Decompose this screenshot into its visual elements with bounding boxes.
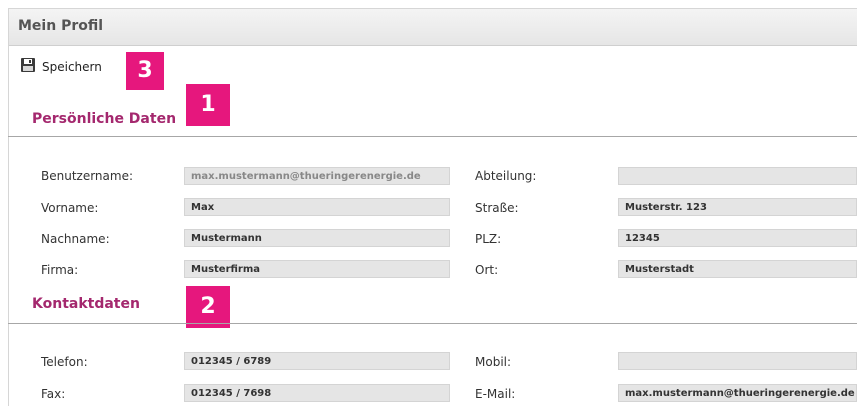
save-button-label: Speichern	[42, 60, 102, 74]
zip-label: PLZ:	[475, 232, 502, 246]
section-divider	[8, 136, 857, 137]
window-titlebar: Mein Profil	[9, 9, 857, 46]
lastname-label: Nachname:	[41, 232, 110, 246]
fax-field[interactable]: 012345 / 7698	[184, 384, 450, 402]
city-label: Ort:	[475, 263, 499, 277]
callout-badge-3: 3	[126, 52, 164, 90]
firstname-label: Vorname:	[41, 201, 99, 215]
company-label: Firma:	[41, 263, 79, 277]
email-label: E-Mail:	[475, 387, 516, 401]
section-title-personal: Persönliche Daten	[32, 111, 177, 127]
callout-badge-1: 1	[186, 84, 230, 126]
email-field[interactable]: max.mustermann@thueringerenergie.de	[618, 384, 857, 402]
username-field[interactable]: max.mustermann@thueringerenergie.de	[184, 167, 450, 185]
section-divider	[8, 323, 857, 324]
mobile-field[interactable]	[618, 352, 857, 370]
street-field[interactable]: Musterstr. 123	[618, 198, 857, 216]
street-label: Straße:	[475, 201, 519, 215]
save-button[interactable]: Speichern	[20, 57, 102, 77]
department-field[interactable]	[618, 167, 857, 185]
callout-badge-2: 2	[186, 286, 230, 328]
firstname-field[interactable]: Max	[184, 198, 450, 216]
window-title: Mein Profil	[18, 18, 104, 34]
city-field[interactable]: Musterstadt	[618, 260, 857, 278]
phone-field[interactable]: 012345 / 6789	[184, 352, 450, 370]
phone-label: Telefon:	[41, 355, 88, 369]
fax-label: Fax:	[41, 387, 66, 401]
zip-field[interactable]: 12345	[618, 229, 857, 247]
floppy-disk-icon	[20, 57, 36, 77]
section-title-contact: Kontaktdaten	[32, 296, 140, 312]
username-label: Benutzername:	[41, 169, 134, 183]
mobile-label: Mobil:	[475, 355, 512, 369]
department-label: Abteilung:	[475, 169, 537, 183]
lastname-field[interactable]: Mustermann	[184, 229, 450, 247]
company-field[interactable]: Musterfirma	[184, 260, 450, 278]
